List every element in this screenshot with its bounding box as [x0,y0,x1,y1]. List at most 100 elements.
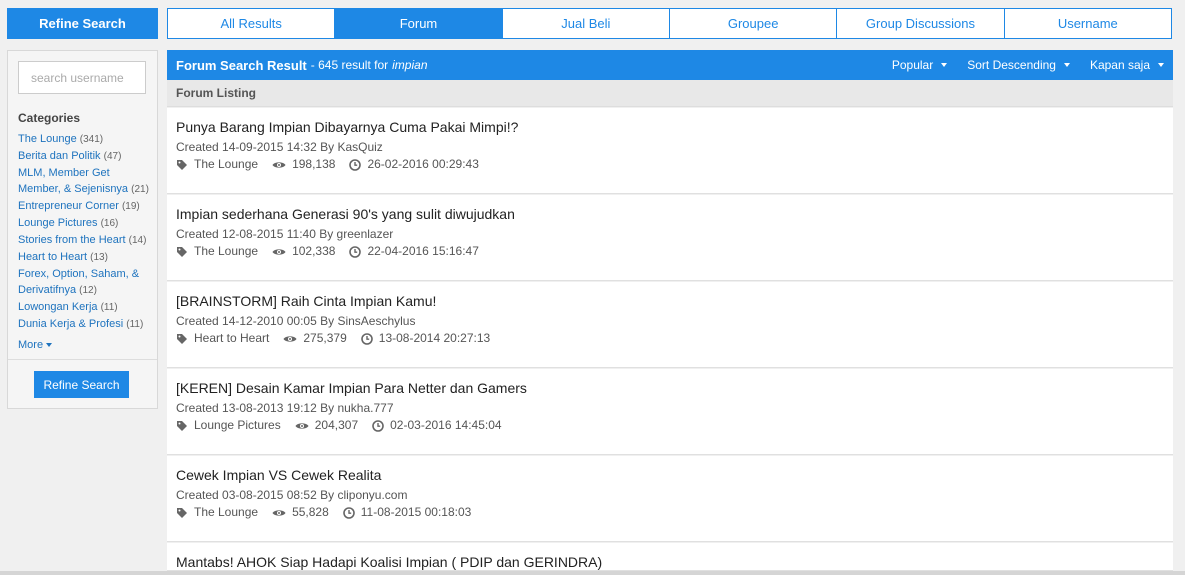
thread-category-link[interactable]: The Lounge [194,505,258,520]
category-count: (11) [100,302,118,313]
thread-views: 275,379 [303,331,347,345]
more-label: More [18,339,44,351]
more-categories-toggle[interactable]: More [18,339,53,351]
category-count: (21) [131,184,149,195]
thread-created: Created 12-08-2015 11:40 By greenlazer [176,227,394,241]
eye-icon [295,421,309,431]
result-item: [KEREN] Desain Kamar Impian Para Netter … [167,369,1173,455]
category-item: Dunia Kerja & Profesi (11) [18,316,152,333]
tag-icon [176,507,188,519]
result-count: - 645 result for [310,58,389,72]
eye-icon [272,160,286,170]
chevron-down-icon [46,343,53,347]
sort-label: Sort Descending [967,58,1056,72]
category-count: (11) [126,319,144,330]
category-count: (341) [79,134,104,145]
thread-views: 102,338 [292,244,336,258]
thread-meta: The Lounge 198,138 26-02-2016 00:29:43 [176,157,1164,172]
thread-created: Created 13-08-2013 19:12 By nukha.777 [176,401,394,415]
thread-title-link[interactable]: Punya Barang Impian Dibayarnya Cuma Paka… [176,118,1164,136]
thread-views: 55,828 [292,505,329,519]
category-item: Berita dan Politik (47) [18,148,152,165]
tab-all-results[interactable]: All Results [168,9,336,38]
thread-meta: Heart to Heart 275,379 13-08-2014 20:27:… [176,331,1164,346]
category-item: Lounge Pictures (16) [18,215,152,232]
sort-controls: Popular Sort Descending Kapan saja [892,58,1164,72]
thread-meta: The Lounge 102,338 22-04-2016 15:16:47 [176,244,1164,259]
search-tabs: All Results Forum Jual Beli Groupee Grou… [167,8,1172,39]
result-item: Mantabs! AHOK Siap Hadapi Koalisi Impian… [167,543,1173,571]
result-item: [BRAINSTORM] Raih Cinta Impian Kamu! Cre… [167,282,1173,368]
tag-icon [176,420,188,432]
thread-title-link[interactable]: Mantabs! AHOK Siap Hadapi Koalisi Impian… [176,553,1164,571]
refine-search-header: Refine Search [7,8,158,39]
thread-meta: Lounge Pictures 204,307 02-03-2016 14:45… [176,418,1164,433]
scrollbar-track[interactable] [0,571,1185,575]
thread-category-link[interactable]: The Lounge [194,157,258,172]
tab-forum[interactable]: Forum [335,9,503,38]
thread-title-link[interactable]: Cewek Impian VS Cewek Realita [176,466,1164,484]
category-count: (16) [100,218,119,229]
category-link-berita-dan-politik[interactable]: Berita dan Politik [18,150,101,162]
clock-icon [360,332,373,345]
category-link-lounge-pictures[interactable]: Lounge Pictures [18,217,98,229]
tag-icon [176,333,188,345]
clock-icon [349,245,362,258]
category-item: Forex, Option, Saham, & Derivatifnya (12… [18,266,152,299]
chevron-down-icon [1158,63,1164,67]
clock-icon [342,506,355,519]
result-title: Forum Search Result [176,57,307,73]
thread-category-link[interactable]: Lounge Pictures [194,418,281,433]
thread-category-link[interactable]: Heart to Heart [194,331,269,346]
thread-last-post: 22-04-2016 15:16:47 [367,244,479,258]
sidebar-divider [8,359,157,360]
category-link-lowongan-kerja[interactable]: Lowongan Kerja [18,301,98,313]
sort-label: Kapan saja [1089,58,1150,72]
eye-icon [272,508,286,518]
tab-username[interactable]: Username [1005,9,1171,38]
sort-popular-dropdown[interactable]: Popular [891,58,948,72]
clock-icon [349,158,362,171]
tag-icon [176,246,188,258]
category-link-the-lounge[interactable]: The Lounge [18,133,77,145]
thread-last-post: 13-08-2014 20:27:13 [378,331,491,345]
category-item: Heart to Heart (13) [18,249,152,266]
category-item: The Lounge (341) [18,131,152,148]
category-count: (14) [128,235,147,246]
sort-label: Popular [891,58,934,72]
chevron-down-icon [1063,63,1070,67]
thread-views: 198,138 [292,157,336,171]
result-header: Forum Search Result - 645 result for imp… [167,50,1173,80]
category-item: Lowongan Kerja (11) [18,299,152,316]
tab-groupee[interactable]: Groupee [670,9,838,38]
clock-icon [372,419,384,432]
thread-last-post: 02-03-2016 14:45:04 [390,418,502,432]
sort-order-dropdown[interactable]: Sort Descending [967,58,1070,72]
search-username-input[interactable] [18,61,146,94]
thread-title-link[interactable]: [BRAINSTORM] Raih Cinta Impian Kamu! [176,292,1164,310]
category-link-entrepreneur-corner[interactable]: Entrepreneur Corner [18,200,119,212]
forum-listing-label: Forum Listing [167,80,1173,107]
category-link-dunia-kerja[interactable]: Dunia Kerja & Profesi [18,318,123,330]
thread-title-link[interactable]: [KEREN] Desain Kamar Impian Para Netter … [176,379,1164,397]
thread-views: 204,307 [314,418,359,432]
result-query: impian [392,58,428,72]
refine-search-button[interactable]: Refine Search [34,371,129,398]
tab-jual-beli[interactable]: Jual Beli [503,9,670,38]
sort-time-dropdown[interactable]: Kapan saja [1090,58,1164,72]
chevron-down-icon [941,63,948,67]
thread-meta: The Lounge 55,828 11-08-2015 00:18:03 [176,505,1164,520]
thread-last-post: 26-02-2016 00:29:43 [367,157,479,171]
thread-title-link[interactable]: Impian sederhana Generasi 90's yang suli… [176,205,1164,223]
categories-title: Categories [18,111,81,125]
eye-icon [272,247,286,257]
eye-icon [283,334,297,344]
category-count: (47) [103,151,122,162]
category-item: Entrepreneur Corner (19) [18,198,152,215]
category-link-mlm[interactable]: MLM, Member Get Member, & Sejenisnya [18,167,128,195]
category-link-heart-to-heart[interactable]: Heart to Heart [18,251,87,263]
thread-category-link[interactable]: The Lounge [194,244,258,259]
category-count: (13) [90,252,108,263]
category-link-stories-from-the-heart[interactable]: Stories from the Heart [18,234,126,246]
tab-group-discussions[interactable]: Group Discussions [837,9,1005,38]
